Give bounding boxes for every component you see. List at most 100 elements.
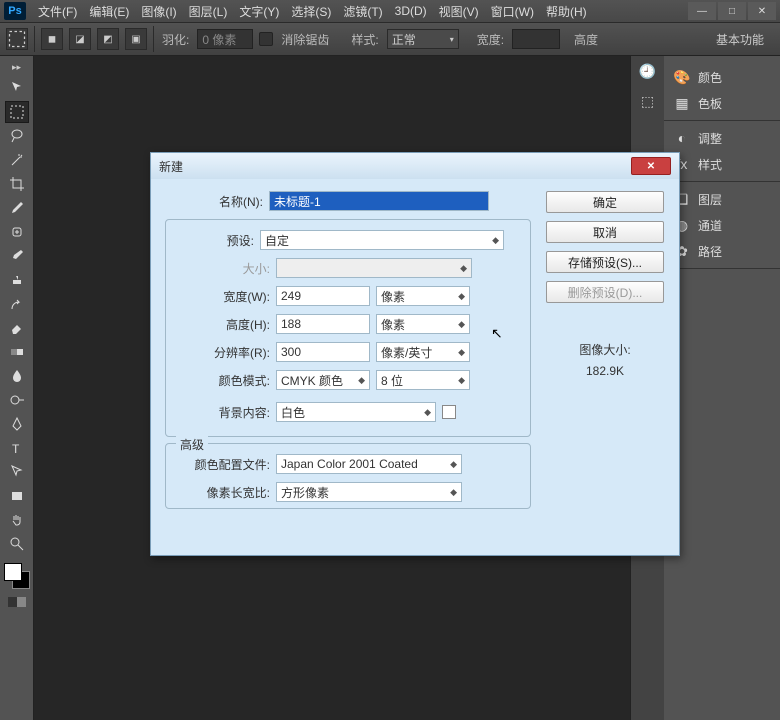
menu-bar: Ps 文件(F) 编辑(E) 图像(I) 图层(L) 文字(Y) 选择(S) 滤… <box>0 0 780 22</box>
contrast-icon: ◐ <box>672 129 692 147</box>
menu-window[interactable]: 窗口(W) <box>485 3 540 20</box>
layers-panel-tab[interactable]: ❏图层 <box>664 186 780 212</box>
feather-input[interactable] <box>197 29 253 49</box>
bg-select[interactable]: 白色◆ <box>276 402 436 422</box>
clone-stamp-tool[interactable] <box>5 269 29 291</box>
aspect-label: 像素长宽比: <box>172 484 270 501</box>
menu-view[interactable]: 视图(V) <box>433 3 485 20</box>
delete-preset-button: 删除预设(D)... <box>546 281 664 303</box>
dodge-tool[interactable] <box>5 389 29 411</box>
zoom-tool[interactable] <box>5 533 29 555</box>
marquee-tool-icon[interactable] <box>6 28 28 50</box>
size-label: 大小: <box>172 260 270 277</box>
type-tool[interactable]: T <box>5 437 29 459</box>
gradient-tool[interactable] <box>5 341 29 363</box>
option-width-input[interactable] <box>512 29 560 49</box>
options-bar: ◼ ◪ ◩ ▣ 羽化: 消除锯齿 样式: 正常▾ 宽度: 高度 基本功能 <box>0 22 780 56</box>
selection-new-icon[interactable]: ◼ <box>41 28 63 50</box>
pen-tool[interactable] <box>5 413 29 435</box>
magic-wand-tool[interactable] <box>5 149 29 171</box>
aspect-select[interactable]: 方形像素◆ <box>276 482 462 502</box>
preset-select[interactable]: 自定◆ <box>260 230 504 250</box>
cancel-button[interactable]: 取消 <box>546 221 664 243</box>
antialias-label: 消除锯齿 <box>279 31 331 48</box>
bg-color-swatch[interactable] <box>442 405 456 419</box>
palette-icon: 🎨 <box>672 68 692 86</box>
bits-select[interactable]: 8 位◆ <box>376 370 470 390</box>
dialog-close-button[interactable]: ✕ <box>631 157 671 175</box>
width-input[interactable] <box>276 286 370 306</box>
selection-add-icon[interactable]: ◪ <box>69 28 91 50</box>
save-preset-button[interactable]: 存储预设(S)... <box>546 251 664 273</box>
menu-filter[interactable]: 滤镜(T) <box>337 3 388 20</box>
width-unit-select[interactable]: 像素◆ <box>376 286 470 306</box>
name-label: 名称(N): <box>165 193 263 210</box>
swatches-panel-tab[interactable]: ▦色板 <box>664 90 780 116</box>
marquee-tool[interactable] <box>5 101 29 123</box>
resolution-label: 分辨率(R): <box>172 344 270 361</box>
selection-subtract-icon[interactable]: ◩ <box>97 28 119 50</box>
height-unit-select[interactable]: 像素◆ <box>376 314 470 334</box>
menu-image[interactable]: 图像(I) <box>135 3 182 20</box>
toolbox-handle[interactable]: ▸▸ <box>12 62 21 73</box>
app-logo: Ps <box>4 2 26 20</box>
profile-select[interactable]: Japan Color 2001 Coated◆ <box>276 454 462 474</box>
quick-mask-toggle[interactable] <box>8 597 26 607</box>
resolution-unit-select[interactable]: 像素/英寸◆ <box>376 342 470 362</box>
crop-tool[interactable] <box>5 173 29 195</box>
color-swatches[interactable] <box>4 563 30 589</box>
mode-label: 颜色模式: <box>172 372 270 389</box>
preset-label: 预设: <box>172 232 254 249</box>
brush-tool[interactable] <box>5 245 29 267</box>
lasso-tool[interactable] <box>5 125 29 147</box>
advanced-legend: 高级 <box>176 436 208 453</box>
selection-intersect-icon[interactable]: ▣ <box>125 28 147 50</box>
adjustments-panel-tab[interactable]: ◐调整 <box>664 125 780 151</box>
channels-panel-tab[interactable]: ◍通道 <box>664 212 780 238</box>
menu-file[interactable]: 文件(F) <box>32 3 83 20</box>
menu-layer[interactable]: 图层(L) <box>183 3 234 20</box>
path-selection-tool[interactable] <box>5 461 29 483</box>
blur-tool[interactable] <box>5 365 29 387</box>
name-input[interactable] <box>269 191 489 211</box>
menu-edit[interactable]: 编辑(E) <box>83 3 135 20</box>
rectangle-tool[interactable] <box>5 485 29 507</box>
menu-help[interactable]: 帮助(H) <box>540 3 593 20</box>
paths-panel-tab[interactable]: ✿路径 <box>664 238 780 264</box>
mode-select[interactable]: CMYK 颜色◆ <box>276 370 370 390</box>
history-brush-tool[interactable] <box>5 293 29 315</box>
menu-3d[interactable]: 3D(D) <box>389 4 433 18</box>
width-label-d: 宽度(W): <box>172 288 270 305</box>
new-document-dialog: 新建 ✕ 名称(N): 预设: 自定◆ 大小: ◆ <box>150 152 680 556</box>
size-select: ◆ <box>276 258 472 278</box>
minimize-button[interactable]: — <box>688 2 716 20</box>
color-panel-tab[interactable]: 🎨颜色 <box>664 64 780 90</box>
history-panel-icon[interactable]: 🕘 <box>631 56 664 86</box>
menu-select[interactable]: 选择(S) <box>285 3 337 20</box>
dialog-titlebar[interactable]: 新建 ✕ <box>151 153 679 179</box>
close-window-button[interactable]: ✕ <box>748 2 776 20</box>
menu-type[interactable]: 文字(Y) <box>233 3 285 20</box>
panels-dock: 🎨颜色 ▦色板 ◐调整 fx样式 ❏图层 ◍通道 ✿路径 <box>664 56 780 720</box>
canvas-area: 新建 ✕ 名称(N): 预设: 自定◆ 大小: ◆ <box>34 56 630 720</box>
eyedropper-tool[interactable] <box>5 197 29 219</box>
antialias-checkbox[interactable] <box>259 32 273 46</box>
properties-panel-icon[interactable]: ⬚ <box>631 86 664 116</box>
move-tool[interactable] <box>5 77 29 99</box>
height-input[interactable] <box>276 314 370 334</box>
healing-brush-tool[interactable] <box>5 221 29 243</box>
workspace-switcher[interactable]: 基本功能 <box>706 31 774 48</box>
eraser-tool[interactable] <box>5 317 29 339</box>
style-label: 样式: <box>349 31 380 48</box>
styles-panel-tab[interactable]: fx样式 <box>664 151 780 177</box>
maximize-button[interactable]: □ <box>718 2 746 20</box>
dialog-title: 新建 <box>159 158 183 175</box>
hand-tool[interactable] <box>5 509 29 531</box>
swatch-grid-icon: ▦ <box>672 94 692 112</box>
style-select[interactable]: 正常▾ <box>387 29 459 49</box>
ok-button[interactable]: 确定 <box>546 191 664 213</box>
profile-label: 颜色配置文件: <box>172 456 270 473</box>
resolution-input[interactable] <box>276 342 370 362</box>
bg-label: 背景内容: <box>172 404 270 421</box>
image-size-value: 182.9K <box>579 364 630 378</box>
